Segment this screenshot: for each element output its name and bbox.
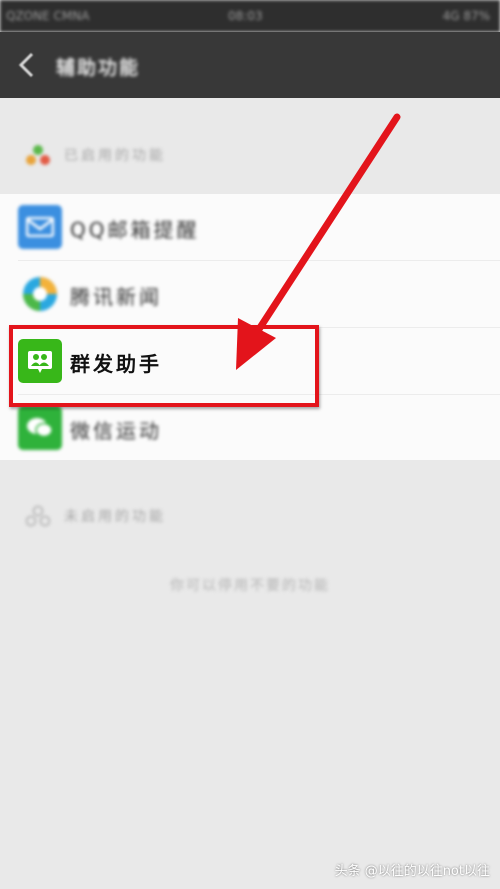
carrier-text: QZONE CMNA [6, 9, 90, 23]
disabled-features-icon [26, 505, 50, 527]
list-item-label: 微信运动 [70, 419, 162, 443]
wechat-icon [18, 406, 62, 450]
highlight-box [9, 325, 319, 407]
envelope-icon [18, 205, 62, 249]
disabled-section-header: 未启用的功能 [0, 486, 500, 546]
enabled-features-icon [26, 145, 50, 165]
empty-hint: 你可以停用不要的功能 [170, 578, 330, 594]
list-item-label: 腾讯新闻 [70, 285, 162, 309]
battery-indicator: 4G 87% [442, 9, 490, 23]
status-bar: QZONE CMNA 08:03 4G 87% [0, 0, 500, 32]
watermark-text: 头条 @以往的以往not以往 [334, 864, 490, 879]
list-item-label: QQ邮箱提醒 [70, 218, 200, 242]
news-icon [18, 272, 62, 316]
page-title: 辅助功能 [56, 57, 141, 79]
enabled-section-header: 已启用的功能 [0, 125, 500, 185]
clock-text: 08:03 [228, 9, 263, 23]
disabled-section-label: 未启用的功能 [64, 509, 166, 525]
chevron-left-icon[interactable] [16, 52, 40, 78]
title-bar: 辅助功能 [0, 32, 500, 98]
list-item-tencent-news[interactable]: 腾讯新闻 [0, 261, 500, 327]
list-item-qq-mail[interactable]: QQ邮箱提醒 [0, 194, 500, 260]
enabled-section-label: 已启用的功能 [64, 148, 166, 164]
